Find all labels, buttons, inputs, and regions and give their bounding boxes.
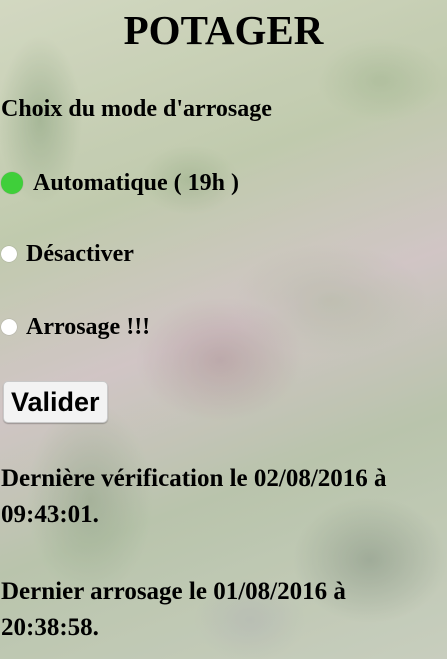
mode-option-desactiver[interactable]: Désactiver — [1, 239, 134, 269]
radio-selected-icon[interactable] — [1, 172, 23, 194]
page-title: POTAGER — [123, 7, 324, 53]
mode-heading: Choix du mode d'arrosage — [1, 96, 272, 122]
radio-unselected-icon[interactable] — [1, 319, 17, 335]
submit-button[interactable]: Valider — [3, 381, 108, 423]
mode-option-label: Désactiver — [26, 241, 134, 267]
radio-unselected-icon[interactable] — [1, 246, 17, 262]
mode-option-label: Arrosage !!! — [26, 314, 151, 340]
last-check-text: Dernière vérification le 02/08/2016 à 09… — [1, 465, 387, 528]
last-watering-text: Dernier arrosage le 01/08/2016 à 20:38:5… — [1, 578, 346, 641]
mode-option-automatique[interactable]: Automatique ( 19h ) — [1, 168, 239, 198]
mode-option-arrosage[interactable]: Arrosage !!! — [1, 312, 150, 342]
mode-option-label: Automatique ( 19h ) — [33, 170, 240, 196]
